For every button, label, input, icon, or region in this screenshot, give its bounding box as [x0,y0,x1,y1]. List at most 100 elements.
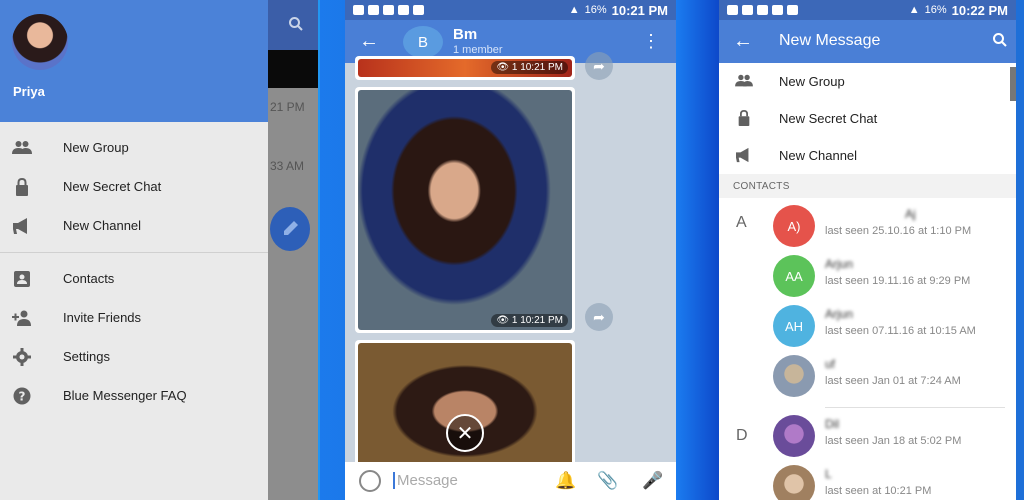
chat-list-row-dark [268,50,318,88]
photo-message[interactable]: 👁 1 10:21 PM [355,87,575,333]
photo-message[interactable]: 👁 1 10:21 PM [355,56,575,80]
menu-item-new-secret-chat[interactable]: New Secret Chat [719,100,1016,137]
contact-name: Aj [905,207,916,221]
drawer-item-new-channel[interactable]: New Channel [0,206,268,245]
emoji-icon[interactable] [359,470,381,492]
menu-item-label: New Group [779,74,845,89]
battery-percent: 16% [584,4,607,16]
drawer-item-label: Settings [63,349,110,364]
megaphone-icon [735,147,753,163]
message-input[interactable]: Message [393,472,458,489]
drawer-item-invite-friends[interactable]: Invite Friends [0,298,268,337]
avatar[interactable] [12,14,68,70]
drawer-item-new-secret-chat[interactable]: New Secret Chat [0,167,268,206]
lock-icon [735,110,753,126]
contact-row[interactable]: AH Arjun last seen 07.11.16 at 10:15 AM [719,302,1016,352]
contact-name: Dil [825,417,839,431]
back-arrow-icon[interactable]: ← [359,30,379,53]
signal-icon: ▲ [568,4,580,16]
menu-item-new-group[interactable]: New Group [719,63,1016,100]
last-seen: last seen 07.11.16 at 10:15 AM [825,325,976,337]
share-button[interactable]: ➦ [585,303,613,331]
megaphone-icon [12,217,32,235]
last-seen: last seen 19.11.16 at 9:29 PM [825,275,971,287]
drawer-item-new-group[interactable]: New Group [0,128,268,167]
contact-row[interactable]: L last seen at 10:21 PM [719,462,1016,500]
status-time: 10:22 PM [951,2,1008,18]
avatar [773,415,815,457]
avatar: AH [773,305,815,347]
status-right: ▲ 16% 10:22 PM [909,3,1008,18]
contact-name: Arjun [825,307,854,321]
contacts-section-header: CONTACTS [719,174,1016,198]
search-icon[interactable] [992,32,1008,48]
status-bar: ▲ 16% 10:21 PM [345,0,676,20]
chat-subtitle: 1 member [453,44,503,56]
photo-meta: 👁 1 10:21 PM [491,61,568,74]
gear-icon [12,348,32,366]
user-name: Priya [13,84,45,99]
avatar [773,465,815,500]
avatar: AA [773,255,815,297]
contact-name: uf [825,357,836,371]
drawer-item-label: New Group [63,140,129,155]
chat-list-toolbar [268,0,318,50]
new-message-screen: ▲ 16% 10:22 PM ← New Message New Group N… [719,0,1016,500]
scrollbar[interactable] [1010,67,1016,101]
contact-row[interactable]: Dil last seen Jan 18 at 5:02 PM [719,412,1016,462]
drawer-item-settings[interactable]: Settings [0,337,268,376]
compose-bar: Message 🔔 📎 🎤 [345,462,676,500]
signal-icon: ▲ [908,4,920,16]
contact-row[interactable]: AA Arjun last seen 19.11.16 at 9:29 PM [719,252,1016,302]
contact-name: Arjun [825,257,854,271]
photo-meta: 👁 1 10:21 PM [491,314,568,327]
last-seen: last seen Jan 18 at 5:02 PM [825,435,962,447]
drawer-header: Priya [0,0,268,122]
drawer-item-label: New Secret Chat [63,179,162,194]
menu-item-label: New Secret Chat [779,111,878,126]
new-message-toolbar: ← New Message [719,20,1016,63]
notification-icons [727,5,798,15]
contact-row[interactable]: A) Aj last seen 25.10.16 at 1:10 PM [719,202,1016,252]
contact-name: L [825,467,832,481]
lock-icon [12,178,32,196]
chat-time: 33 AM [270,159,305,173]
bell-icon[interactable]: 🔔 [555,471,576,491]
more-vert-icon[interactable]: ⋮ [642,31,660,52]
avatar: A) [773,205,815,247]
chat-list-behind-drawer: 21 PM 33 AM [268,0,318,500]
contacts-icon [12,270,32,288]
person-add-icon [12,309,32,327]
drawer-item-label: New Channel [63,218,142,233]
drawer-item-faq[interactable]: ? Blue Messenger FAQ [0,376,268,415]
drawer-item-contacts[interactable]: Contacts [0,259,268,298]
menu-item-new-channel[interactable]: New Channel [719,137,1016,174]
notification-icons [353,5,424,15]
chat-title[interactable]: Bm [453,26,477,43]
status-time: 10:21 PM [611,2,668,18]
mic-icon[interactable]: 🎤 [642,471,663,491]
background-middle [676,0,720,500]
compose-fab[interactable] [270,207,310,251]
drawer-item-label: Invite Friends [63,310,142,325]
help-icon: ? [12,387,32,405]
cancel-download-button[interactable]: ✕ [446,414,484,452]
battery-percent: 16% [924,4,947,16]
drawer-screen: 21 PM 33 AM Priya New Group New Secret C… [0,0,318,500]
group-icon [735,73,753,89]
status-right: ▲ 16% 10:21 PM [569,3,668,18]
drawer-item-label: Contacts [63,271,115,286]
chat-avatar[interactable]: B [403,26,443,58]
menu-item-label: New Channel [779,148,858,163]
contact-row[interactable]: uf last seen Jan 01 at 7:24 AM [719,352,1016,402]
status-bar: ▲ 16% 10:22 PM [719,0,1016,20]
chat-time: 21 PM [270,100,305,114]
divider [825,407,1005,408]
page-title: New Message [779,32,881,49]
share-button[interactable]: ➦ [585,52,613,80]
search-icon[interactable] [288,16,304,32]
attach-icon[interactable]: 📎 [597,471,618,491]
back-arrow-icon[interactable]: ← [733,30,753,53]
last-seen: last seen at 10:21 PM [825,485,932,497]
avatar [773,355,815,397]
